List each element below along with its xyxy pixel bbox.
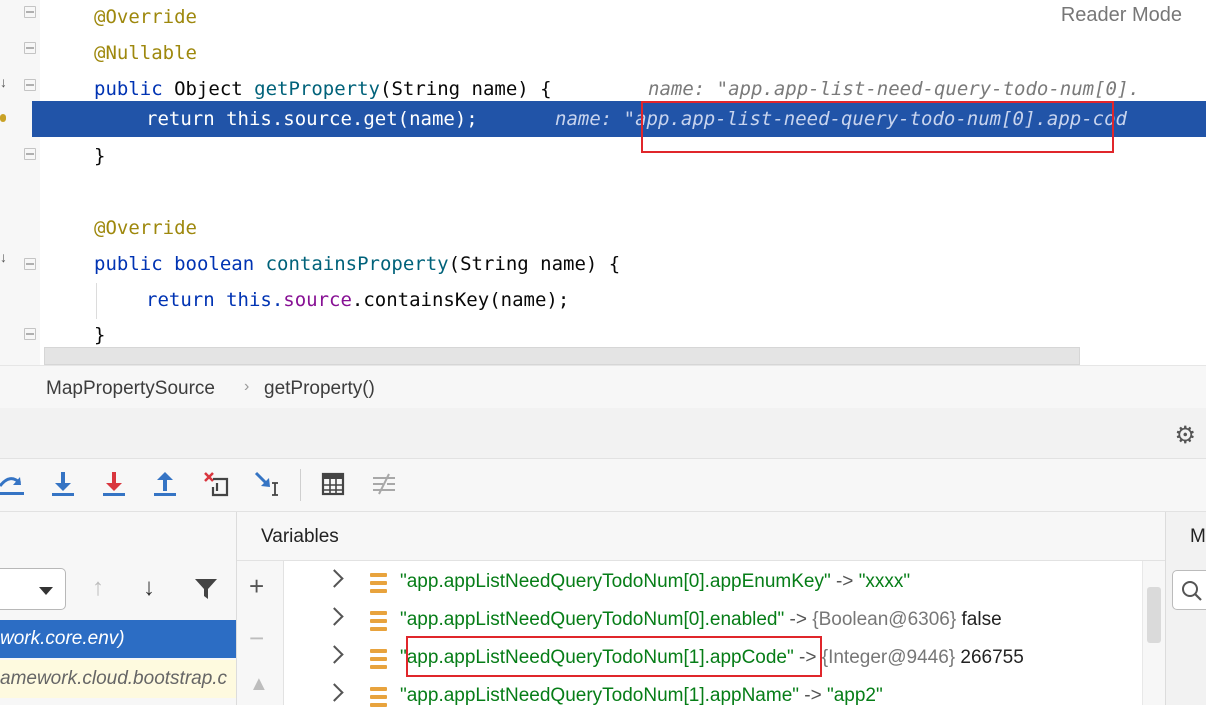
fold-marker-icon[interactable]: [24, 6, 36, 18]
code-line-text: return this.source.get(name);: [146, 108, 478, 130]
variables-header: Variables: [237, 512, 1165, 561]
force-step-into-icon[interactable]: [97, 467, 131, 501]
arrow-up-icon[interactable]: ↑: [92, 574, 104, 602]
variables-title: Variables: [261, 526, 339, 547]
fold-marker-icon[interactable]: [24, 42, 36, 54]
minus-icon[interactable]: −: [249, 623, 264, 654]
highlight-box: [406, 636, 822, 677]
trace-icon[interactable]: [367, 467, 401, 501]
code-line-text: @Nullable: [94, 42, 197, 64]
gear-icon[interactable]: ⚙: [1174, 421, 1196, 450]
fold-marker-icon[interactable]: [24, 258, 36, 270]
map-entry-icon: [370, 687, 387, 707]
run-to-cursor-icon[interactable]: [250, 467, 284, 501]
indent-guide: [96, 283, 97, 319]
code-line[interactable]: @Nullable: [0, 36, 1206, 72]
chevron-right-icon[interactable]: [325, 607, 344, 626]
toolbar-separator: [300, 469, 301, 501]
code-line-text: @Override: [94, 6, 197, 28]
step-into-icon[interactable]: [46, 467, 80, 501]
filter-icon[interactable]: [193, 576, 219, 609]
scrollbar-thumb[interactable]: [1147, 587, 1161, 643]
step-over-icon[interactable]: [0, 467, 28, 501]
variable-row[interactable]: "app.appListNeedQueryTodoNum[1].appName"…: [284, 679, 1142, 717]
code-line-text: @Override: [94, 217, 197, 239]
search-icon: [1182, 581, 1202, 601]
implements-arrow-icon[interactable]: ↓: [0, 74, 7, 90]
plus-icon[interactable]: +: [249, 571, 264, 602]
step-out-icon[interactable]: [148, 467, 182, 501]
map-entry-icon: [370, 611, 387, 631]
frames-panel: ↑ ↓ work.core.env) amework.cloud.bootstr…: [0, 512, 237, 705]
chevron-right-icon[interactable]: [325, 645, 344, 664]
memory-tab[interactable]: M: [1190, 526, 1206, 548]
arrow-down-icon[interactable]: ↓: [143, 574, 155, 602]
code-line-text: public boolean containsProperty(String n…: [94, 253, 621, 275]
code-line[interactable]: ↓ public boolean containsProperty(String…: [0, 247, 1206, 283]
stack-frame-item[interactable]: work.core.env): [0, 620, 236, 658]
implements-arrow-icon[interactable]: ↓: [0, 249, 7, 265]
chevron-right-icon[interactable]: [325, 683, 344, 702]
map-entry-icon: [370, 573, 387, 593]
variables-scrollbar[interactable]: [1142, 561, 1165, 705]
calculator-icon[interactable]: [316, 467, 350, 501]
chevron-down-icon: [39, 587, 53, 595]
variable-row[interactable]: "app.appListNeedQueryTodoNum[0].appEnumK…: [284, 565, 1142, 603]
code-editor[interactable]: Reader Mode @Override @Nullable ↓ public…: [0, 0, 1206, 365]
code-line-text: }: [94, 324, 106, 346]
code-line[interactable]: return this.source.containsKey(name);: [0, 283, 1206, 319]
debug-toolbar: [0, 459, 1206, 512]
breadcrumb-class[interactable]: MapPropertySource: [46, 378, 215, 400]
execution-point-icon: [0, 114, 6, 122]
code-line[interactable]: @Override: [0, 211, 1206, 247]
variables-tree: "app.appListNeedQueryTodoNum[0].appEnumK…: [284, 561, 1142, 707]
editor-horizontal-scrollbar[interactable]: [44, 347, 1080, 365]
search-input[interactable]: [1172, 570, 1206, 610]
stack-frame-item[interactable]: amework.cloud.bootstrap.c: [0, 660, 236, 698]
code-line[interactable]: }: [0, 139, 1206, 175]
fold-marker-icon[interactable]: [24, 328, 36, 340]
breadcrumb: MapPropertySource › getProperty(): [0, 365, 1206, 409]
fold-marker-icon[interactable]: [24, 79, 36, 91]
code-line-text: return this.source.containsKey(name);: [146, 289, 570, 311]
variables-side-toolbar: + − ▲: [237, 561, 284, 705]
code-line-text: public Object getProperty(String name) {: [94, 78, 552, 100]
chevron-right-icon: ›: [244, 378, 250, 395]
thread-selector[interactable]: [0, 568, 66, 610]
memory-panel: M: [1165, 512, 1206, 705]
inline-debug-hint: name: "app.app-list-need-query-todo-num[…: [648, 78, 1140, 100]
breadcrumb-method[interactable]: getProperty(): [264, 378, 375, 400]
map-entry-icon: [370, 649, 387, 669]
code-line[interactable]: @Override: [0, 0, 1206, 36]
fold-marker-icon[interactable]: [24, 148, 36, 160]
code-line-text: }: [94, 145, 106, 167]
debug-tool-window-header: ⚙: [0, 408, 1206, 459]
chevron-up-icon[interactable]: ▲: [249, 673, 269, 696]
drop-frame-icon[interactable]: [199, 467, 233, 501]
chevron-right-icon[interactable]: [325, 569, 344, 588]
